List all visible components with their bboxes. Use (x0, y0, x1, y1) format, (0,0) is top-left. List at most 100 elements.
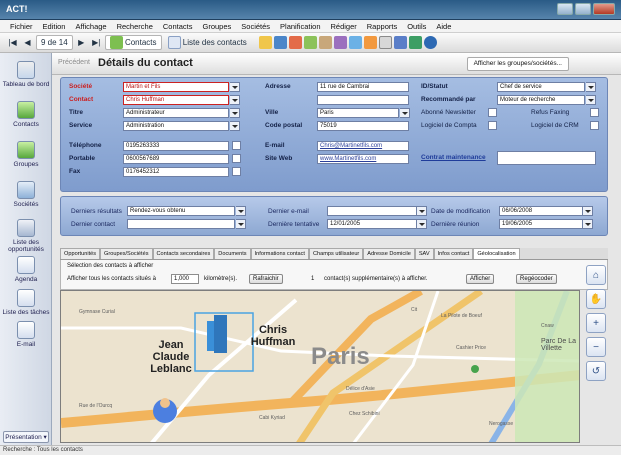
minimize-button[interactable] (557, 3, 573, 15)
fax-options-button[interactable] (232, 167, 241, 176)
building-marker-2[interactable] (214, 315, 227, 353)
print-icon[interactable] (348, 36, 362, 49)
zoom-in-button[interactable]: + (586, 313, 606, 333)
site-web-field[interactable]: www.Martinetfils.com (317, 154, 409, 164)
phone-icon[interactable] (288, 36, 302, 49)
sidebar-item-email[interactable]: E-mail (2, 321, 50, 348)
menu-societes[interactable]: Sociétés (241, 22, 270, 31)
contact-list-button[interactable]: Liste des contacts (164, 35, 251, 50)
reunion-field[interactable]: 19/06/2005 (499, 219, 583, 229)
sidebar-item-groupes[interactable]: Groupes (2, 141, 50, 168)
tab-opportunites[interactable]: Opportunités (60, 248, 101, 259)
map-reset-button[interactable]: ↺ (586, 361, 606, 381)
newsletter-checkbox[interactable] (488, 108, 497, 117)
email-field[interactable]: Chris@Martinetfils.com (317, 141, 409, 151)
service-field[interactable]: Administration (123, 121, 229, 131)
dernier-email-field[interactable] (327, 206, 417, 216)
ville-dropdown[interactable] (400, 108, 410, 118)
show-button[interactable]: Afficher (466, 274, 495, 284)
menu-outils[interactable]: Outils (407, 22, 426, 31)
close-button[interactable] (593, 3, 615, 15)
sidebar-item-societes[interactable]: Sociétés (2, 181, 50, 208)
report-icon[interactable] (363, 36, 377, 49)
map-home-button[interactable]: ⌂ (586, 265, 606, 285)
statut-field[interactable]: Chef de service (497, 82, 585, 92)
lookup-icon[interactable] (393, 36, 407, 49)
societe-field[interactable]: Martin et Fils (123, 82, 229, 92)
titre-field[interactable]: Administrateur (123, 108, 229, 118)
tab-geolocalisation[interactable]: Géolocalisation (473, 248, 520, 259)
location-pin[interactable] (471, 365, 479, 373)
sidebar-item-opportunites[interactable]: Liste des opportunités (2, 219, 50, 253)
compta-checkbox[interactable] (488, 121, 497, 130)
menu-rediger[interactable]: Rédiger (331, 22, 357, 31)
dernier-contact-field[interactable] (127, 219, 235, 229)
map-view[interactable]: Gymnase Curial Rue de l'Ourcq Cit La Pil… (60, 290, 580, 443)
calendar-icon[interactable] (258, 36, 272, 49)
sidebar-item-agenda[interactable]: Agenda (2, 256, 50, 283)
distance-input[interactable]: 1,000 (171, 274, 199, 284)
tentative-field[interactable]: 12/01/2005 (327, 219, 417, 229)
service-dropdown[interactable] (230, 121, 240, 131)
presentation-menu[interactable]: Présentation ▾ (3, 431, 49, 443)
portable-field[interactable]: 0600567689 (123, 154, 229, 164)
task-icon[interactable] (273, 36, 287, 49)
adresse-line2[interactable] (317, 95, 409, 105)
sidebar-item-tableau[interactable]: Tableau de bord (2, 61, 50, 88)
show-groups-button[interactable]: Afficher les groupes/sociétés... (466, 57, 569, 71)
adresse-field[interactable]: 11 rue de Cambrai (317, 82, 409, 92)
contrat-field[interactable] (497, 151, 596, 165)
tab-champs-utilisateur[interactable]: Champs utilisateur (308, 248, 364, 259)
reunion-dropdown[interactable] (583, 219, 593, 229)
contacts-button[interactable]: Contacts (104, 35, 162, 50)
maximize-button[interactable] (575, 3, 591, 15)
statut-dropdown[interactable] (586, 82, 596, 92)
code-postal-field[interactable]: 75019 (317, 121, 409, 131)
menu-affichage[interactable]: Affichage (75, 22, 106, 31)
tab-groupes-societes[interactable]: Groupes/Sociétés (100, 248, 153, 259)
tab-adresse-domicile[interactable]: Adresse Domicile (363, 248, 415, 259)
tab-documents[interactable]: Documents (214, 248, 251, 259)
tab-contacts-secondaires[interactable]: Contacts secondaires (152, 248, 215, 259)
tab-infos-contact[interactable]: Infos contact (433, 248, 474, 259)
titre-dropdown[interactable] (230, 108, 240, 118)
email-icon[interactable] (333, 36, 347, 49)
menu-planification[interactable]: Planification (280, 22, 320, 31)
menu-groupes[interactable]: Groupes (202, 22, 231, 31)
menu-rapports[interactable]: Rapports (367, 22, 397, 31)
recommande-field[interactable]: Moteur de recherche (497, 95, 585, 105)
menu-recherche[interactable]: Recherche (117, 22, 153, 31)
ville-field[interactable]: Paris (317, 108, 399, 118)
sync-icon[interactable] (408, 36, 422, 49)
contact-field[interactable]: Chris Huffman (123, 95, 229, 105)
zoom-out-button[interactable]: − (586, 337, 606, 357)
last-record-button[interactable]: ▶| (90, 35, 103, 50)
menu-fichier[interactable]: Fichier (10, 22, 33, 31)
tab-informations-contact[interactable]: Informations contact (250, 248, 309, 259)
first-record-button[interactable]: |◀ (6, 35, 19, 50)
menu-edition[interactable]: Edition (43, 22, 66, 31)
fax-field[interactable]: 0176452312 (123, 167, 229, 177)
sidebar-item-taches[interactable]: Liste des tâches (2, 289, 50, 316)
menu-contacts[interactable]: Contacts (163, 22, 193, 31)
notes-icon[interactable] (303, 36, 317, 49)
tentative-dropdown[interactable] (417, 219, 427, 229)
faxing-checkbox[interactable] (590, 108, 599, 117)
refresh-button[interactable]: Rafraichir (249, 274, 283, 284)
previous-button[interactable]: Précédent (58, 59, 90, 66)
crm-checkbox[interactable] (590, 121, 599, 130)
sidebar-item-contacts[interactable]: Contacts (2, 101, 50, 128)
edit-icon[interactable] (378, 36, 392, 49)
modif-dropdown[interactable] (583, 206, 593, 216)
portable-options-button[interactable] (232, 154, 241, 163)
dernier-email-dropdown[interactable] (417, 206, 427, 216)
contact-dropdown[interactable] (230, 95, 240, 105)
menu-aide[interactable]: Aide (436, 22, 451, 31)
dernier-contact-dropdown[interactable] (236, 219, 246, 229)
tab-sav[interactable]: SAV (414, 248, 434, 259)
modif-field[interactable]: 06/06/2008 (499, 206, 583, 216)
help-icon[interactable] (423, 36, 437, 49)
regeocode-button[interactable]: Regéocoder (516, 274, 557, 284)
recommande-dropdown[interactable] (586, 95, 596, 105)
next-record-button[interactable]: ▶ (75, 35, 88, 50)
